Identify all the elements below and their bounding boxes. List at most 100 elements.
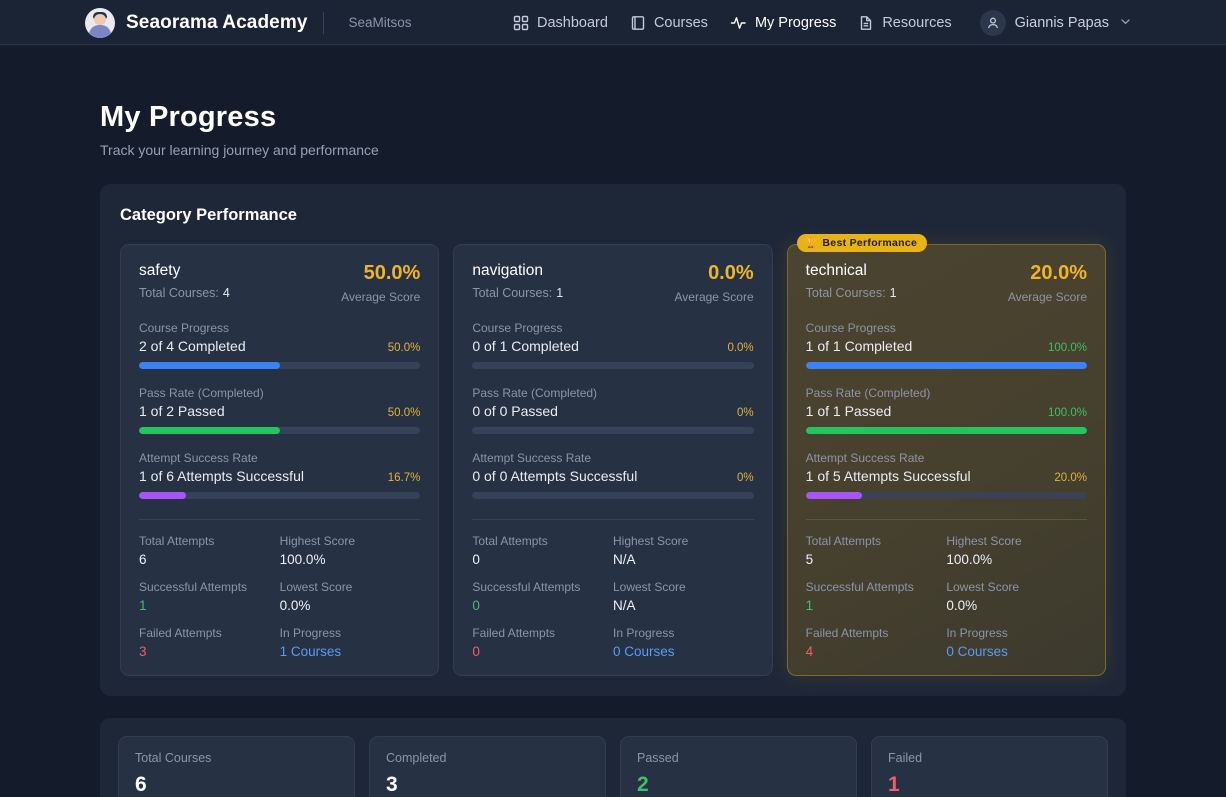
stat-value: 100.0%: [946, 552, 993, 567]
category-name: safety: [139, 262, 181, 279]
metric-percent: 16.7%: [387, 472, 421, 484]
stat-value: 0 Courses: [946, 644, 1008, 659]
summary-card-passed[interactable]: Passed 2: [620, 736, 857, 797]
brand-avatar-icon: [85, 7, 115, 38]
page-subtitle: Track your learning journey and performa…: [100, 142, 379, 158]
metric-percent: 100.0%: [1047, 407, 1087, 419]
nav-item-my-progress[interactable]: My Progress: [730, 15, 836, 31]
metric-text: 0 of 0 Attempts Successful: [472, 468, 638, 484]
metric-label: Attempt Success Rate: [472, 451, 592, 465]
stat-label: Total Attempts: [139, 534, 215, 548]
metric-percent: 0%: [737, 407, 754, 419]
stat-label: Highest Score: [612, 534, 689, 548]
activity-icon: [730, 15, 747, 31]
divider: [805, 519, 1087, 520]
metric-percent: 0%: [737, 472, 754, 484]
category-card-safety[interactable]: safety Total Courses: 4 50.0% Average Score C…: [120, 244, 440, 676]
stat-value: 0: [472, 552, 480, 567]
category-card-navigation[interactable]: navigation Total Courses: 1 0.0% Average Sco…: [453, 244, 773, 676]
summary-value: 1: [888, 773, 900, 796]
metric-text: 2 of 4 Completed: [139, 338, 246, 354]
stat-value: 1 Courses: [279, 644, 342, 659]
stat-value: 1: [805, 598, 814, 613]
stat-total-attempts: Total Attempts 0: [472, 534, 613, 567]
nav-item-dashboard[interactable]: Dashboard: [513, 15, 608, 31]
stat-highest-score: Highest Score 100.0%: [946, 534, 1087, 567]
stat-label: In Progress: [612, 626, 675, 640]
stats-grid: Total Attempts 0 Highest Score N/A Successfu…: [472, 534, 753, 659]
stat-value: 5: [805, 552, 814, 567]
stat-label: Failed Attempts: [139, 626, 222, 640]
nav-label-dashboard: Dashboard: [537, 15, 608, 31]
metric-label: Course Progress: [139, 321, 230, 335]
progress-bar: [472, 492, 754, 499]
nav-label-resources: Resources: [882, 15, 952, 31]
main-nav: Dashboard Courses My Progress Resources …: [513, 0, 1131, 46]
metric-percent: 100.0%: [1047, 342, 1087, 354]
stat-in-progress: In Progress 0 Courses: [946, 626, 1087, 659]
category-header: technical Total Courses: 1 20.0% Average Sco…: [806, 262, 1087, 304]
total-courses: Total Courses: 1: [472, 286, 564, 300]
metric-text: 1 of 2 Passed: [139, 403, 225, 419]
average-score-label: Average Score: [674, 290, 754, 304]
summary-label: Completed: [386, 751, 447, 765]
brand[interactable]: Seaorama Academy SeaMitsos: [85, 7, 412, 38]
nav-label-courses: Courses: [653, 15, 708, 31]
metric-pass-rate: Pass Rate (Completed) 1 of 2 Passed 50.0%: [139, 386, 421, 434]
stat-label: Lowest Score: [279, 580, 353, 594]
summary-label: Total Courses: [135, 751, 212, 765]
user-menu[interactable]: Giannis Papas: [979, 10, 1131, 36]
total-courses: Total Courses: 1: [805, 286, 897, 300]
summary-value: 6: [135, 773, 147, 796]
metric-label: Course Progress: [805, 321, 896, 335]
stat-value: 4: [805, 644, 814, 659]
chevron-down-icon[interactable]: [1120, 15, 1131, 31]
stat-highest-score: Highest Score N/A: [613, 534, 754, 567]
brand-name: Seaorama Academy: [126, 11, 308, 33]
metric-label: Pass Rate (Completed): [805, 386, 931, 400]
best-performance-badge: 🏆 Best Performance: [796, 234, 928, 252]
metric-percent: 50.0%: [387, 342, 421, 354]
average-score-value: 20.0%: [1030, 262, 1087, 284]
stat-label: Failed Attempts: [805, 626, 889, 640]
progress-bar: [805, 492, 1087, 499]
page-content: My Progress Track your learning journey …: [0, 101, 1226, 797]
stat-label: Lowest Score: [612, 580, 686, 594]
nav-item-resources[interactable]: Resources: [858, 15, 952, 31]
stat-successful-attempts: Successful Attempts 0: [472, 580, 613, 613]
progress-bar: [805, 362, 1087, 369]
stat-value: 6: [139, 552, 147, 567]
stat-lowest-score: Lowest Score 0.0%: [946, 580, 1087, 613]
total-courses: Total Courses: 4: [139, 286, 230, 300]
progress-bar-fill: [139, 492, 186, 499]
stat-label: Highest Score: [946, 534, 1022, 548]
page-title: My Progress: [100, 101, 277, 133]
metric-percent: 0.0%: [727, 342, 754, 354]
stat-label: Total Attempts: [805, 534, 882, 548]
book-icon: [630, 15, 646, 31]
metric-percent: 20.0%: [1054, 472, 1087, 484]
grid-icon: [513, 15, 529, 31]
summary-card-failed[interactable]: Failed 1: [871, 736, 1108, 797]
progress-bar-fill: [139, 362, 280, 369]
summary-card-total-courses[interactable]: Total Courses 6: [118, 736, 355, 797]
stat-value: 0: [472, 598, 480, 613]
summary-value: 3: [386, 773, 398, 796]
stat-value: 0: [472, 644, 480, 659]
category-name: technical: [805, 262, 867, 279]
stat-value: 0 Courses: [612, 644, 675, 659]
metric-label: Attempt Success Rate: [805, 451, 925, 465]
metric-text: 1 of 1 Passed: [805, 403, 892, 419]
progress-bar-fill: [805, 492, 862, 499]
category-name: navigation: [472, 262, 543, 279]
trophy-icon: 🏆: [804, 237, 818, 249]
user-icon: [979, 10, 1006, 36]
nav-item-courses[interactable]: Courses: [630, 15, 708, 31]
summary-card-completed[interactable]: Completed 3: [369, 736, 606, 797]
divider: [472, 519, 754, 520]
stat-label: Successful Attempts: [139, 580, 248, 594]
category-card-technical[interactable]: 🏆 Best Performance technical Total Courses:…: [786, 234, 1106, 676]
metric-label: Attempt Success Rate: [139, 451, 258, 465]
document-icon: [858, 15, 874, 31]
average-score-value: 50.0%: [363, 262, 421, 284]
